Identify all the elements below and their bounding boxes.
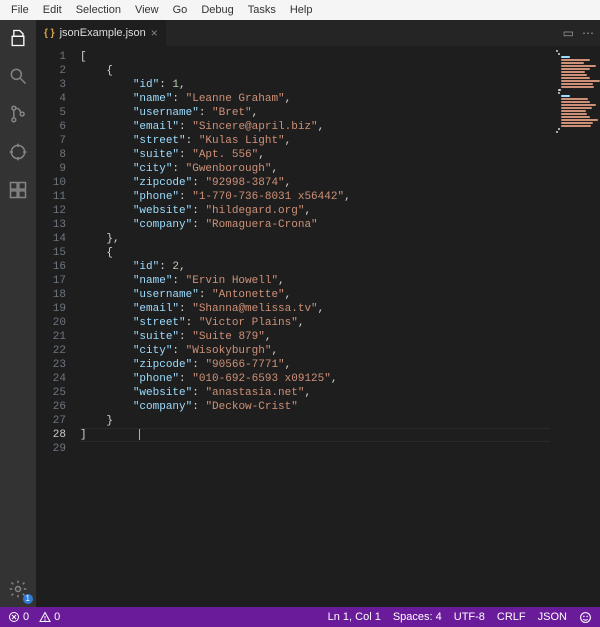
status-bar: 0 0 Ln 1, Col 1 Spaces: 4 UTF-8 CRLF JSO…: [0, 607, 600, 627]
menu-file[interactable]: File: [4, 2, 36, 18]
menu-debug[interactable]: Debug: [194, 2, 240, 18]
menu-go[interactable]: Go: [166, 2, 195, 18]
tab-bar: { } jsonExample.json × ▭ ⋯: [36, 20, 600, 46]
menu-edit[interactable]: Edit: [36, 2, 69, 18]
explorer-icon[interactable]: [6, 26, 30, 50]
menu-view[interactable]: View: [128, 2, 166, 18]
more-actions-icon[interactable]: ⋯: [582, 26, 594, 40]
json-file-icon: { }: [44, 28, 55, 39]
close-icon[interactable]: ×: [151, 27, 158, 39]
menu-help[interactable]: Help: [283, 2, 320, 18]
tab-filename: jsonExample.json: [60, 27, 146, 39]
tab-jsonexample[interactable]: { } jsonExample.json ×: [36, 20, 167, 46]
split-editor-icon[interactable]: ▭: [563, 26, 574, 40]
feedback-icon[interactable]: [579, 611, 592, 624]
extensions-icon[interactable]: [6, 178, 30, 202]
status-warnings[interactable]: 0: [39, 611, 60, 623]
status-errors[interactable]: 0: [8, 611, 29, 623]
status-spaces[interactable]: Spaces: 4: [393, 611, 442, 623]
status-encoding[interactable]: UTF-8: [454, 611, 485, 623]
menu-tasks[interactable]: Tasks: [241, 2, 283, 18]
minimap[interactable]: [550, 46, 600, 607]
status-language[interactable]: JSON: [538, 611, 567, 623]
activity-bar: 1: [0, 20, 36, 607]
status-ln-col[interactable]: Ln 1, Col 1: [328, 611, 381, 623]
code-content[interactable]: [ { "id": 1, "name": "Leanne Graham", "u…: [80, 46, 600, 607]
settings-gear-icon[interactable]: 1: [6, 577, 30, 601]
line-number-gutter: 1234567891011121314151617181920212223242…: [36, 46, 80, 607]
menu-selection[interactable]: Selection: [69, 2, 128, 18]
debug-icon[interactable]: [6, 140, 30, 164]
source-control-icon[interactable]: [6, 102, 30, 126]
menu-bar: File Edit Selection View Go Debug Tasks …: [0, 0, 600, 20]
code-editor[interactable]: 1234567891011121314151617181920212223242…: [36, 46, 600, 607]
search-icon[interactable]: [6, 64, 30, 88]
status-eol[interactable]: CRLF: [497, 611, 526, 623]
settings-badge: 1: [23, 594, 33, 604]
